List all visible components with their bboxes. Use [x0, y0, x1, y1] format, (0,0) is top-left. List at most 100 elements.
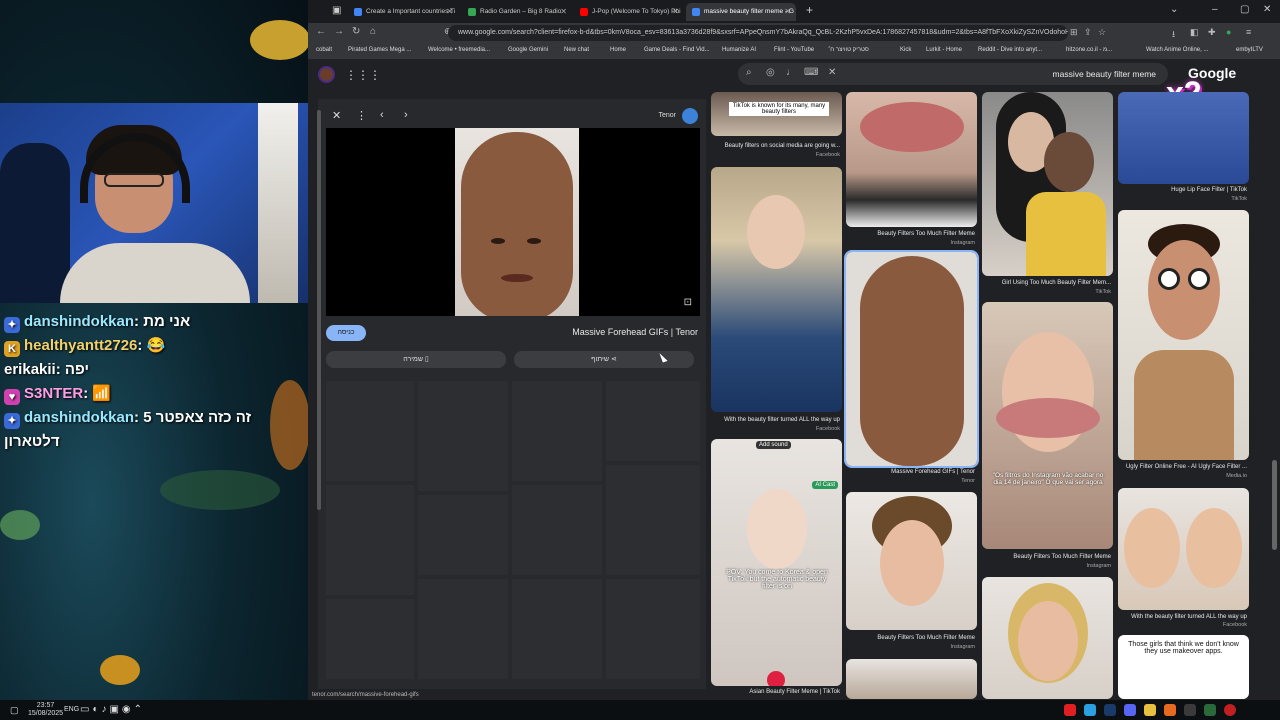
source-name[interactable]: Tenor [658, 112, 676, 119]
related-image-placeholder[interactable] [606, 381, 700, 461]
browser-tab[interactable]: J-Pop (Welcome To Tokyo) Phi ✕ [574, 3, 684, 21]
tab-search-icon[interactable]: ⌄ [1170, 4, 1178, 15]
save-button[interactable]: שמירה ▯ [326, 351, 506, 368]
bookmark-item[interactable]: Reddit - Dive into anyt... [978, 47, 1042, 53]
share-icon[interactable]: ⇪ [1084, 27, 1092, 38]
related-image-placeholder[interactable] [606, 465, 700, 575]
related-image-placeholder[interactable] [418, 381, 508, 491]
reload-icon[interactable]: ↻ [352, 26, 360, 37]
bookmark-item[interactable]: hitzone.co.il - מ... [1066, 47, 1112, 53]
bookmark-item[interactable]: embyILTV [1236, 47, 1263, 53]
search-box[interactable]: ⌕ ◎ ♩ ⌨ ✕ massive beauty filter meme [738, 63, 1168, 85]
result-card[interactable]: "Os filtros do Instagram vão acabar no d… [982, 302, 1113, 572]
home-icon[interactable]: ⌂ [370, 26, 376, 37]
bookmark-item[interactable]: Lurkit - Home [926, 47, 962, 53]
close-tab-icon[interactable]: ✕ [446, 7, 453, 16]
steam-taskbar-icon[interactable] [1104, 704, 1116, 716]
related-image-placeholder[interactable] [326, 381, 414, 481]
bookmark-item[interactable]: Welcome • freemedia... [428, 47, 490, 53]
keyboard-icon[interactable]: ⌨ [804, 67, 818, 78]
extension-icon[interactable]: ◧ [1190, 27, 1199, 38]
youtube-taskbar-icon[interactable] [1064, 704, 1076, 716]
microphone-icon[interactable]: ♩ [786, 67, 796, 78]
close-window-icon[interactable]: ✕ [1263, 4, 1271, 15]
bookmark-item[interactable]: Game Deals - Find Vid... [644, 47, 710, 53]
minimize-icon[interactable]: – [1212, 4, 1218, 15]
forward-icon[interactable]: → [334, 26, 344, 37]
url-field[interactable]: www.google.com/search?client=firefox-b-d… [448, 25, 1068, 41]
download-icon[interactable]: ⭳ [1172, 27, 1175, 43]
more-options-icon[interactable]: ⋮ [356, 109, 367, 122]
close-tab-icon[interactable]: ✕ [560, 7, 567, 16]
related-image-placeholder[interactable] [326, 599, 414, 679]
bookmark-item[interactable]: New chat [564, 47, 589, 53]
result-card[interactable] [982, 577, 1113, 699]
result-card[interactable]: Beauty Filters Too Much Filter Meme Inst… [846, 92, 977, 249]
image-title[interactable]: Massive Forehead GIFs | Tenor [572, 327, 698, 337]
tab-list-icon[interactable]: ▣ [332, 5, 341, 16]
related-image-placeholder[interactable] [418, 579, 508, 679]
bookmark-item[interactable]: Kick [900, 47, 911, 53]
translate-icon[interactable]: ⊞ [1070, 27, 1078, 38]
result-card[interactable] [846, 659, 977, 699]
viewer-scrollbar[interactable] [317, 110, 321, 510]
result-card-selected[interactable]: Massive Forehead GIFs | Tenor Tenor [844, 250, 979, 488]
browser-tab[interactable]: Create a Important countries Ti ✕ [348, 3, 458, 21]
system-tray-icons[interactable]: ▭◐♪▣◉⌃ [80, 704, 145, 715]
apps-grid-icon[interactable]: ⋮⋮⋮ [345, 68, 381, 82]
preview-image[interactable]: ⊡ [326, 128, 700, 316]
bookmark-item[interactable]: cobalt [316, 47, 332, 53]
related-image-placeholder[interactable] [326, 485, 414, 595]
account-avatar[interactable] [318, 66, 335, 83]
result-card[interactable]: Ugly Filter Online Free - AI Ugly Face F… [1118, 210, 1249, 482]
record-taskbar-icon[interactable] [1224, 704, 1236, 716]
result-card[interactable]: Girl Using Too Much Beauty Filter Mem...… [982, 92, 1113, 297]
visual-search-icon[interactable]: ⊡ [684, 297, 692, 308]
search-query[interactable]: massive beauty filter meme [1053, 69, 1156, 79]
explorer-taskbar-icon[interactable] [1144, 704, 1156, 716]
maximize-icon[interactable]: ▢ [1240, 4, 1249, 15]
bookmark-item[interactable]: Pirated Games Mega ... [348, 47, 411, 53]
telegram-taskbar-icon[interactable] [1084, 704, 1096, 716]
result-card[interactable]: Add sound AI Cast POV: You come to Korea… [711, 439, 842, 699]
visit-button[interactable]: כניסה [326, 325, 366, 341]
browser-tab-active[interactable]: massive beauty filter meme - G ✕ [686, 3, 796, 21]
bookmark-item[interactable]: Google Gemini [508, 47, 548, 53]
profile-icon[interactable]: ● [1226, 27, 1231, 37]
settings-icon[interactable]: ≡ [1246, 27, 1251, 37]
result-card[interactable]: With the beauty filter turned ALL the wa… [711, 167, 842, 435]
related-image-placeholder[interactable] [512, 579, 602, 679]
bookmark-item[interactable]: Home [610, 47, 626, 53]
related-image-placeholder[interactable] [512, 485, 602, 575]
language-indicator[interactable]: ENG [64, 706, 79, 713]
bookmark-item[interactable]: Flint - YouTube [774, 47, 814, 53]
result-card[interactable]: Beauty Filters Too Much Filter Meme Inst… [846, 492, 977, 652]
browser-tab[interactable]: Radio Garden – Big 8 Radio ✕ [462, 3, 572, 21]
bookmark-item[interactable]: Watch Anime Online, ... [1146, 47, 1208, 53]
extensions-puzzle-icon[interactable]: ✚ [1208, 27, 1216, 38]
next-image-icon[interactable]: › [404, 109, 408, 121]
bookmark-item[interactable]: סטריק טוויצר ח׳ [828, 47, 869, 53]
page-scrollbar[interactable] [1272, 460, 1277, 550]
related-image-placeholder[interactable] [418, 495, 508, 575]
app-taskbar-icon[interactable] [1204, 704, 1216, 716]
result-card[interactable]: TikTok is known for its many, many beaut… [711, 92, 842, 162]
close-tab-icon[interactable]: ✕ [672, 7, 679, 16]
previous-image-icon[interactable]: ‹ [380, 109, 384, 121]
close-tab-icon[interactable]: ✕ [784, 7, 791, 16]
close-viewer-icon[interactable]: ✕ [332, 109, 341, 122]
lens-icon[interactable]: ◎ [766, 67, 775, 78]
taskbar-clock[interactable]: 23:57 15/08/2025 [28, 702, 63, 718]
new-tab-icon[interactable]: + [806, 3, 813, 17]
back-icon[interactable]: ← [316, 26, 326, 37]
search-icon[interactable]: ⌕ [746, 67, 752, 78]
related-image-placeholder[interactable] [512, 381, 602, 481]
result-card[interactable]: Huge Lip Face Filter | TikTok TikTok [1118, 92, 1249, 205]
result-card[interactable]: Those girls that think we don't know the… [1118, 635, 1249, 699]
related-image-placeholder[interactable] [606, 579, 700, 679]
notification-icon[interactable]: ▢ [10, 705, 19, 716]
discord-taskbar-icon[interactable] [1124, 704, 1136, 716]
bookmark-item[interactable]: Humanize AI [722, 47, 756, 53]
result-card[interactable]: With the beauty filter turned ALL the wa… [1118, 488, 1249, 630]
obs-taskbar-icon[interactable] [1184, 704, 1196, 716]
